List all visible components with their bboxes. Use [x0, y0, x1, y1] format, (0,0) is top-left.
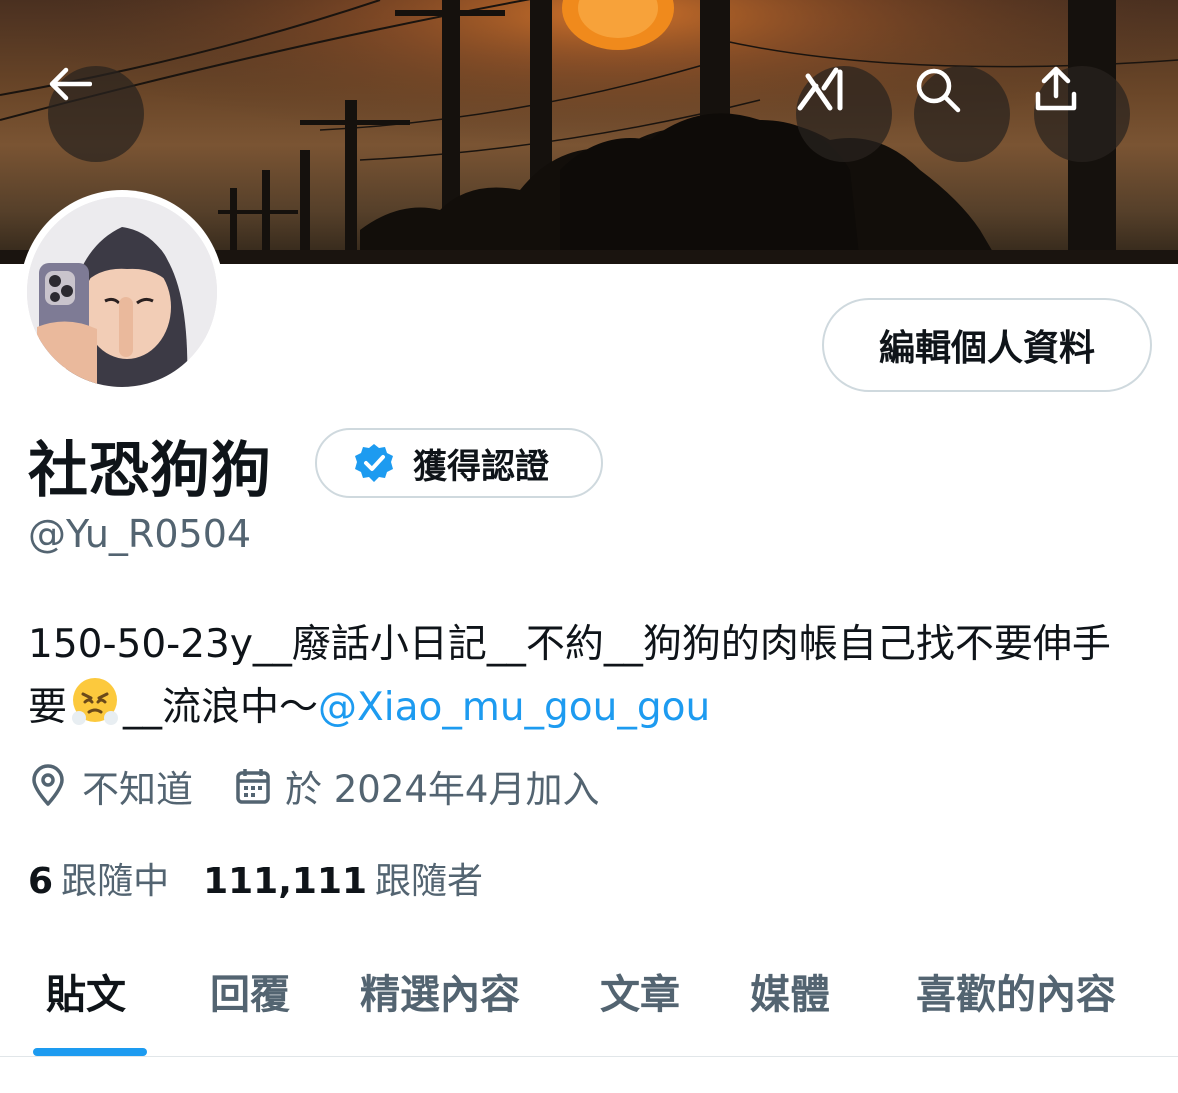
following-label: 跟隨中: [61, 861, 170, 902]
profile-meta: 不知道 於 2024年4月加入: [28, 760, 599, 812]
following-link[interactable]: 6 跟隨中: [28, 852, 169, 904]
followers-label: 跟隨者: [375, 861, 484, 902]
edit-profile-button[interactable]: 編輯個人資料: [822, 298, 1152, 392]
tab-divider: [0, 1056, 1178, 1057]
profile-bio: 150-50-23y__廢話小日記__不約__狗狗的肉帳自己找不要伸手要 __流…: [28, 614, 1148, 739]
tab-articles[interactable]: 文章: [600, 962, 680, 1020]
grok-icon: [797, 67, 843, 111]
joined-item: 於 2024年4月加入: [235, 759, 599, 813]
joined-date-text: 於 2024年4月加入: [285, 768, 600, 811]
following-count: 6: [28, 861, 54, 902]
search-button[interactable]: [914, 66, 1010, 162]
active-tab-indicator: [33, 1048, 147, 1056]
tab-replies[interactable]: 回覆: [210, 962, 290, 1020]
search-icon: [916, 68, 961, 113]
location-text: 不知道: [82, 768, 193, 811]
share-icon: [1035, 66, 1077, 111]
tab-likes[interactable]: 喜歡的內容: [916, 962, 1116, 1020]
get-verified-button[interactable]: 獲得認證: [315, 428, 603, 498]
bio-text-continued: __流浪中～: [123, 685, 319, 730]
tab-posts[interactable]: 貼文: [46, 962, 126, 1020]
profile-page: 編輯個人資料 社恐狗狗 獲得認證 @Yu_R0504 150-50-23y__廢…: [0, 0, 1178, 1093]
location-pin-icon: [32, 764, 64, 806]
back-button[interactable]: [48, 66, 144, 162]
tab-highlights[interactable]: 精選內容: [360, 962, 520, 1020]
verified-badge-icon: [355, 444, 393, 482]
followers-count: 111,111: [203, 861, 368, 902]
calendar-icon: [236, 769, 270, 804]
user-handle: @Yu_R0504: [28, 512, 252, 556]
follow-stats: 6 跟隨中 111,111 跟隨者: [28, 852, 483, 904]
grok-button[interactable]: [796, 66, 892, 162]
avatar[interactable]: [20, 190, 224, 394]
triumph-face-emoji-icon: [72, 678, 119, 725]
avatar-image: [27, 197, 217, 387]
followers-link[interactable]: 111,111 跟隨者: [203, 852, 483, 904]
arrow-left-icon: [49, 67, 92, 101]
share-button[interactable]: [1034, 66, 1130, 162]
display-name: 社恐狗狗: [28, 436, 272, 506]
get-verified-label: 獲得認證: [413, 446, 549, 487]
location-item: 不知道: [28, 759, 193, 813]
tab-media[interactable]: 媒體: [750, 962, 830, 1020]
bio-mention-link[interactable]: @Xiao_mu_gou_gou: [318, 685, 710, 730]
